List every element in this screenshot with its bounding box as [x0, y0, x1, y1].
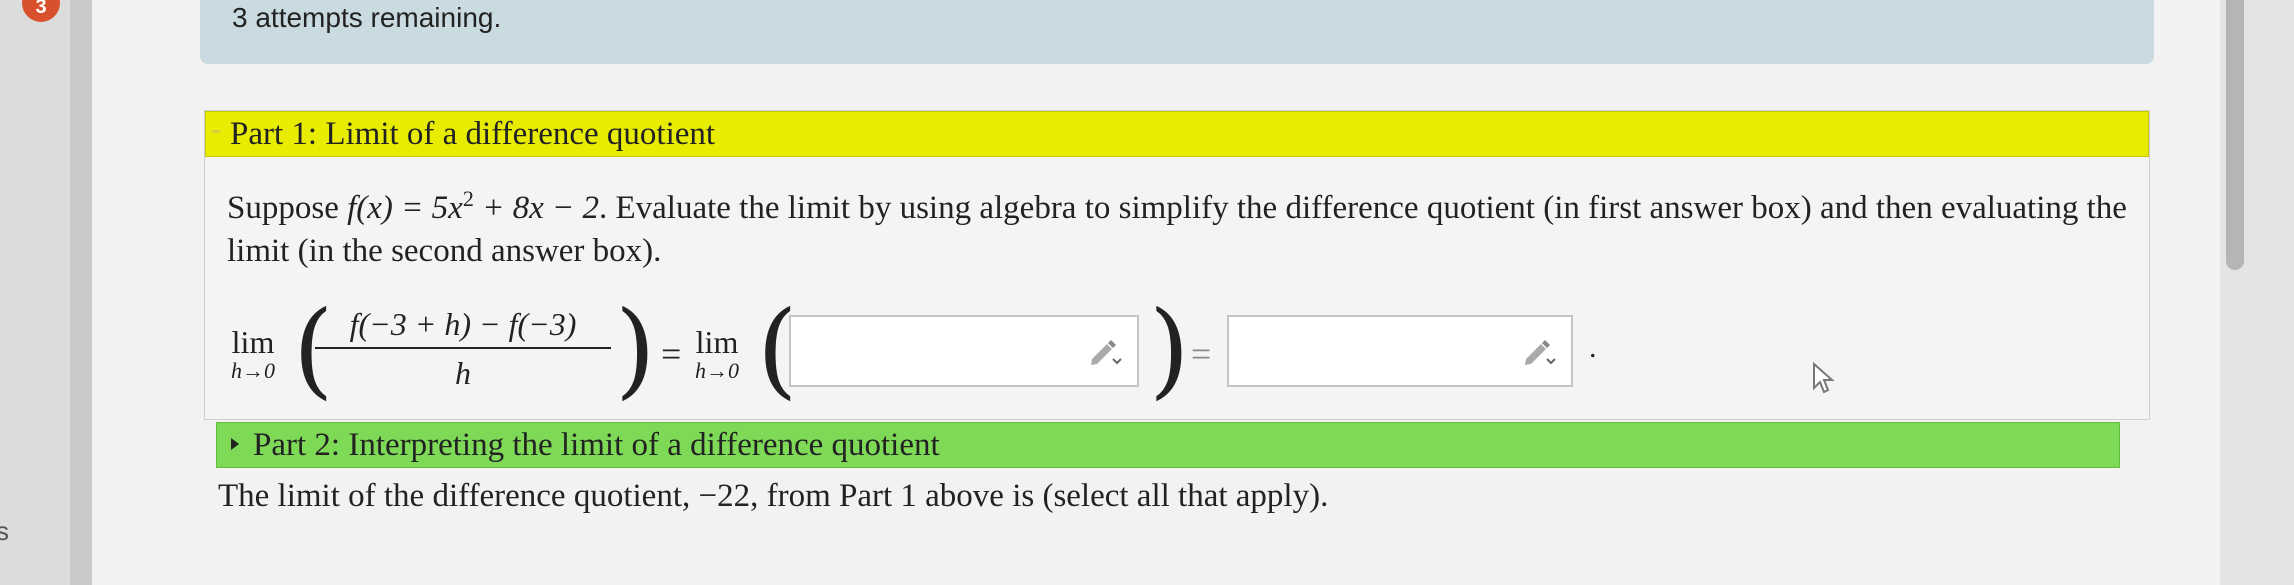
- equation-period: .: [1589, 331, 1597, 364]
- equals-sign-2: =: [1191, 334, 1212, 374]
- mouse-cursor-icon: [1813, 362, 1835, 394]
- limit-word: lim: [231, 324, 275, 360]
- left-gutter: 3 s: [0, 0, 92, 585]
- collapse-marker-icon: [212, 130, 220, 133]
- close-paren-2: ): [1149, 288, 1190, 410]
- equals-sign-1: =: [661, 334, 682, 374]
- notification-badge[interactable]: 3: [22, 0, 60, 22]
- limit-equation: lim h→0 ( f(−3 + h) − f(−3) h ) = lim h→…: [205, 297, 2149, 407]
- function-exponent: 2: [462, 186, 474, 211]
- gutter-edge: [70, 0, 92, 585]
- attempts-text: 3 attempts remaining.: [232, 2, 502, 33]
- chevron-right-icon: [231, 438, 239, 450]
- answer-box-2[interactable]: [1227, 315, 1573, 387]
- function-rest: + 8x − 2: [473, 190, 599, 226]
- pencil-edit-icon[interactable]: [1087, 337, 1123, 367]
- part1-title: Part 1: Limit of a difference quotient: [230, 116, 716, 152]
- answer-box-1[interactable]: [789, 315, 1139, 387]
- limit-sub-2: h→0: [695, 358, 739, 383]
- attempts-banner: 3 attempts remaining.: [200, 0, 2154, 64]
- part2-text: The limit of the difference quotient, −2…: [218, 478, 1329, 514]
- part1-panel: Part 1: Limit of a difference quotient S…: [204, 110, 2150, 420]
- scrollbar[interactable]: [2226, 0, 2244, 270]
- side-letter: s: [0, 516, 9, 546]
- pencil-edit-icon[interactable]: [1521, 337, 1557, 367]
- function-def: f(x) = 5x: [347, 190, 463, 226]
- question-prefix: Suppose: [227, 190, 348, 226]
- limit-left: lim h→0: [231, 325, 275, 383]
- limit-right: lim h→0: [695, 325, 739, 383]
- limit-word-2: lim: [695, 324, 739, 360]
- denominator: h: [455, 355, 471, 391]
- part1-header[interactable]: Part 1: Limit of a difference quotient: [205, 111, 2149, 157]
- part2-header[interactable]: Part 2: Interpreting the limit of a diff…: [216, 422, 2120, 468]
- close-paren: ): [615, 288, 656, 410]
- question-text: Suppose f(x) = 5x2 + 8x − 2. Evaluate th…: [227, 177, 2137, 273]
- difference-quotient: f(−3 + h) − f(−3) h: [315, 301, 611, 397]
- part2-title: Part 2: Interpreting the limit of a diff…: [253, 427, 940, 463]
- limit-sub: h→0: [231, 358, 275, 383]
- numerator: f(−3 + h) − f(−3): [349, 306, 577, 342]
